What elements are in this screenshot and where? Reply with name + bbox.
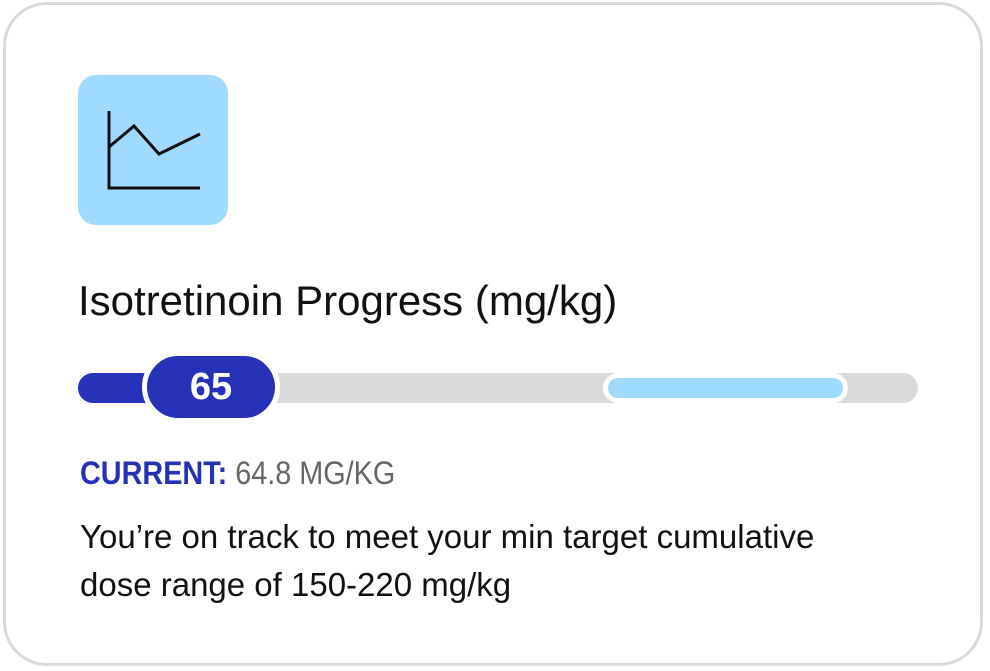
current-label: CURRENT: xyxy=(80,455,228,491)
current-value: 64.8 MG/KG xyxy=(235,455,396,491)
current-value-badge: 65 xyxy=(142,351,280,423)
current-dose-line: CURRENT: 64.8 MG/KG xyxy=(80,453,395,493)
line-chart-icon xyxy=(78,75,228,225)
card-title: Isotretinoin Progress (mg/kg) xyxy=(78,277,618,324)
progress-card: Isotretinoin Progress (mg/kg) 65 CURRENT… xyxy=(3,2,983,666)
target-range-bar xyxy=(603,373,848,403)
progress-description: You’re on track to meet your min target … xyxy=(80,518,815,603)
